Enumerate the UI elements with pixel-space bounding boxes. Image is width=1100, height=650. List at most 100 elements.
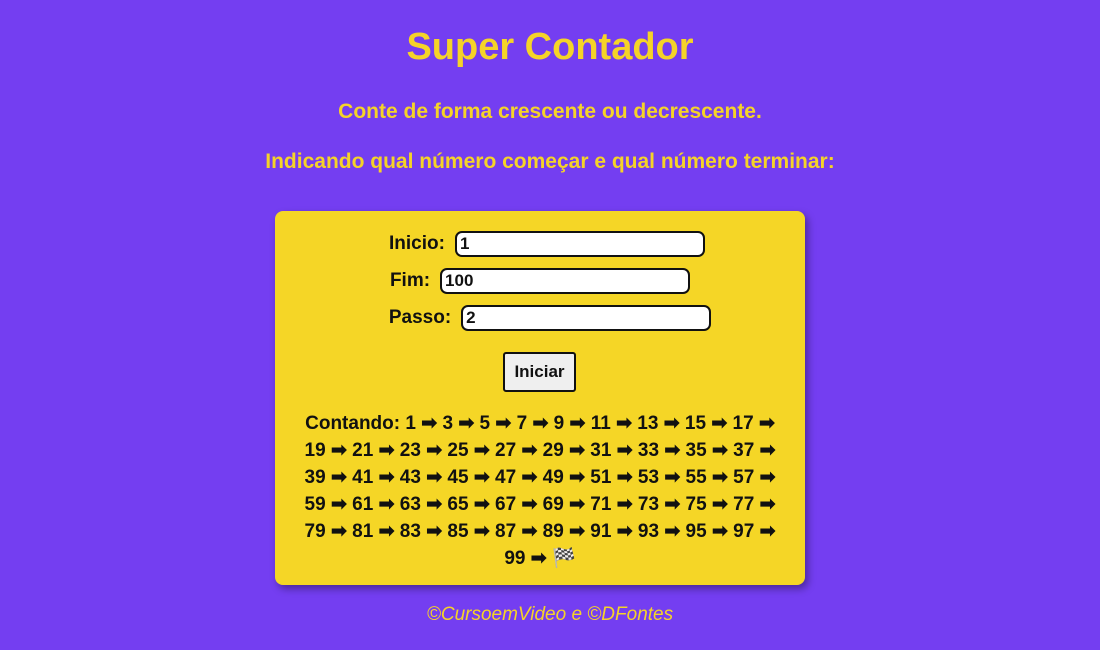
count-number: 17	[732, 413, 759, 434]
right-arrow-icon: ➡	[616, 467, 633, 488]
right-arrow-icon: ➡	[426, 467, 443, 488]
count-number: 49	[542, 467, 570, 488]
counter-card: Inicio: Fim: Passo: Iniciar Contando: 1 …	[275, 211, 805, 585]
right-arrow-icon: ➡	[759, 494, 776, 515]
right-arrow-icon: ➡	[759, 467, 776, 488]
count-number: 67	[495, 494, 522, 515]
count-number: 79	[304, 521, 331, 542]
count-number: 95	[685, 521, 712, 542]
fim-row: Fim:	[275, 268, 805, 294]
count-number: 15	[684, 413, 712, 434]
footer-credits: ©CursoemVideo e ©DFontes	[426, 604, 674, 625]
count-number: 97	[733, 521, 760, 542]
right-arrow-icon: ➡	[616, 494, 633, 515]
right-arrow-icon: ➡	[330, 521, 347, 542]
right-arrow-icon: ➡	[426, 440, 443, 461]
count-number: 61	[352, 494, 379, 515]
count-number: 43	[399, 467, 427, 488]
right-arrow-icon: ➡	[495, 413, 512, 434]
result-sequence: 1 ➡ 3 ➡ 5 ➡ 7 ➡ 9 ➡ 11 ➡ 13 ➡ 15 ➡ 17 ➡ …	[305, 413, 776, 569]
count-number: 41	[352, 467, 379, 488]
right-arrow-icon: ➡	[521, 494, 538, 515]
count-number: 75	[685, 494, 712, 515]
right-arrow-icon: ➡	[616, 521, 633, 542]
page-title: Super Contador	[406, 26, 694, 68]
passo-input[interactable]	[461, 305, 712, 331]
right-arrow-icon: ➡	[473, 467, 490, 488]
right-arrow-icon: ➡	[426, 494, 443, 515]
count-number: 37	[733, 440, 760, 461]
count-number: 91	[590, 521, 617, 542]
checkered-flag-icon: 🏁	[551, 548, 576, 569]
right-arrow-icon: ➡	[473, 521, 490, 542]
right-arrow-icon: ➡	[330, 440, 347, 461]
count-number: 77	[733, 494, 760, 515]
count-number: 63	[399, 494, 427, 515]
passo-row: Passo:	[275, 305, 805, 331]
count-number: 81	[352, 521, 379, 542]
right-arrow-icon: ➡	[530, 548, 547, 569]
right-arrow-icon: ➡	[569, 521, 585, 542]
right-arrow-icon: ➡	[663, 413, 680, 434]
right-arrow-icon: ➡	[711, 440, 728, 461]
right-arrow-icon: ➡	[378, 467, 395, 488]
count-number: 57	[733, 467, 760, 488]
count-number: 25	[447, 440, 474, 461]
right-arrow-icon: ➡	[421, 413, 438, 434]
right-arrow-icon: ➡	[616, 413, 632, 434]
right-arrow-icon: ➡	[758, 413, 775, 434]
passo-label: Passo:	[388, 307, 452, 328]
count-result: Contando: 1 ➡ 3 ➡ 5 ➡ 7 ➡ 9 ➡ 11 ➡ 13 ➡ …	[297, 410, 783, 572]
count-number: 11	[590, 413, 617, 434]
count-number: 51	[590, 467, 617, 488]
right-arrow-icon: ➡	[330, 494, 347, 515]
right-arrow-icon: ➡	[664, 521, 681, 542]
count-number: 83	[399, 521, 427, 542]
right-arrow-icon: ➡	[378, 440, 395, 461]
count-number: 71	[590, 494, 617, 515]
count-number: 7	[516, 413, 533, 434]
count-number: 19	[304, 440, 331, 461]
right-arrow-icon: ➡	[426, 521, 443, 542]
right-arrow-icon: ➡	[569, 413, 586, 434]
count-number: 33	[637, 440, 665, 461]
right-arrow-icon: ➡	[378, 521, 395, 542]
right-arrow-icon: ➡	[569, 440, 585, 461]
right-arrow-icon: ➡	[378, 494, 395, 515]
right-arrow-icon: ➡	[759, 521, 776, 542]
right-arrow-icon: ➡	[664, 467, 681, 488]
right-arrow-icon: ➡	[473, 494, 490, 515]
inicio-input[interactable]	[454, 231, 705, 257]
right-arrow-icon: ➡	[759, 440, 776, 461]
count-number: 35	[685, 440, 712, 461]
count-number: 89	[542, 521, 570, 542]
count-number: 13	[637, 413, 664, 434]
count-number: 29	[542, 440, 570, 461]
count-number: 99	[504, 548, 531, 569]
count-number: 53	[637, 467, 665, 488]
right-arrow-icon: ➡	[521, 467, 538, 488]
count-number: 31	[590, 440, 617, 461]
iniciar-button[interactable]: Iniciar	[503, 352, 576, 392]
right-arrow-icon: ➡	[616, 440, 633, 461]
right-arrow-icon: ➡	[711, 521, 728, 542]
count-number: 3	[442, 413, 459, 434]
fim-input[interactable]	[440, 268, 691, 294]
count-number: 27	[495, 440, 522, 461]
count-number: 87	[495, 521, 522, 542]
inicio-row: Inicio:	[275, 231, 805, 257]
count-number: 59	[304, 494, 331, 515]
right-arrow-icon: ➡	[473, 440, 490, 461]
right-arrow-icon: ➡	[330, 467, 347, 488]
count-number: 45	[447, 467, 474, 488]
right-arrow-icon: ➡	[664, 440, 681, 461]
fim-label: Fim:	[389, 270, 431, 291]
inicio-label: Inicio:	[389, 233, 445, 254]
count-number: 69	[542, 494, 570, 515]
count-number: 73	[637, 494, 665, 515]
count-number: 47	[495, 467, 522, 488]
count-number: 5	[479, 413, 496, 434]
count-number: 9	[553, 413, 570, 434]
right-arrow-icon: ➡	[458, 413, 475, 434]
count-number: 21	[352, 440, 379, 461]
